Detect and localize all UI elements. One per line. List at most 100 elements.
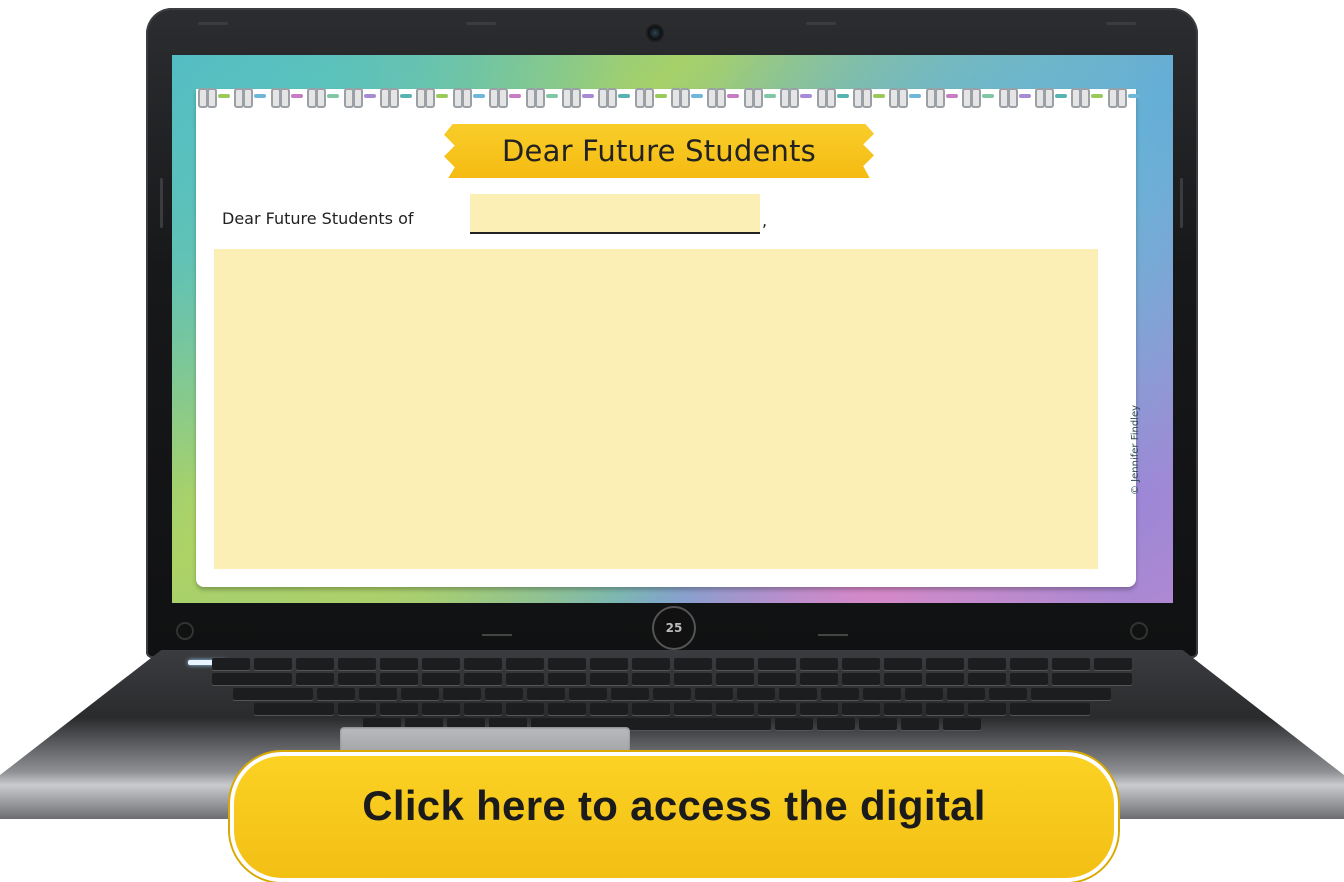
keyboard-key [548,658,586,670]
binding-ring-icon [960,86,995,108]
keyboard-key [233,688,313,700]
keyboard-key [716,703,754,715]
keyboard-key [1010,658,1048,670]
keyboard-key [716,658,754,670]
binding-ring-icon [1033,86,1067,108]
keyboard-key [632,673,670,685]
keyboard-key [380,703,418,715]
keyboard-key [863,688,901,700]
binding-ring-icon [887,86,922,108]
letter-body-textarea[interactable] [214,249,1098,569]
slide-screen: Dear Future Students Dear Future Student… [172,55,1173,603]
keyboard-key [464,673,502,685]
keyboard-key [943,718,981,730]
keyboard-key [800,703,838,715]
binding-ring-icon [1106,86,1140,108]
keyboard-key [527,688,565,700]
keyboard-key [817,718,855,730]
keyboard-key [901,718,939,730]
binding-ring-icon [669,86,704,108]
keyboard-row [142,658,1202,670]
keyboard [142,658,1202,730]
binding-ring-icon [196,86,230,108]
binding-ring-icon [560,86,594,108]
binding-ring-icon [305,86,340,108]
bezel-hinge-mark [818,634,848,636]
keyboard-key [968,703,1006,715]
keyboard-key [380,673,418,685]
binding-ring-icon [451,86,485,108]
keyboard-key [884,658,922,670]
keyboard-key [296,658,334,670]
binding-ring-icon [633,86,667,108]
keyboard-key [464,703,502,715]
keyboard-key [506,703,544,715]
bezel-sensor-icon [1130,622,1148,640]
binding-ring-icon [997,86,1031,108]
keyboard-key [422,703,460,715]
keyboard-key [926,658,964,670]
keyboard-key [380,658,418,670]
keyboard-key [674,658,712,670]
salutation-comma: , [762,211,768,230]
keyboard-key [422,658,460,670]
access-digital-button[interactable]: Click here to access the digital [230,752,1118,882]
keyboard-key [674,703,712,715]
keyboard-key [590,658,628,670]
keyboard-key [422,673,460,685]
keyboard-key [842,673,880,685]
lid-side-mark [1180,178,1183,228]
keyboard-key [1010,673,1048,685]
salutation-label: Dear Future Students of [222,209,414,228]
keyboard-key [884,673,922,685]
school-name-input[interactable] [470,194,760,234]
binding-ring-icon [378,86,412,108]
keyboard-key [968,673,1006,685]
keyboard-row [142,688,1202,700]
brand-logo-icon: 25 [652,606,696,650]
keyboard-key [548,673,586,685]
keyboard-key [758,658,796,670]
keyboard-key [338,673,376,685]
webcam-icon [648,26,662,40]
keyboard-key [737,688,775,700]
lid-side-mark [160,178,163,228]
keyboard-key [758,673,796,685]
binding-ring-icon [1069,86,1104,108]
keyboard-key [464,658,502,670]
keyboard-key [296,673,334,685]
keyboard-key [1031,688,1111,700]
keyboard-key [842,658,880,670]
binding-ring-icon [815,86,849,108]
lid-mark [806,22,836,25]
copyright-text: © Jennifer Findley [1130,404,1141,495]
title-banner: Dear Future Students [444,124,874,178]
keyboard-key [254,703,334,715]
keyboard-key [653,688,691,700]
keyboard-key [1052,658,1090,670]
keyboard-key [821,688,859,700]
keyboard-key [317,688,355,700]
binding-ring-icon [269,86,303,108]
keyboard-key [905,688,943,700]
keyboard-key [611,688,649,700]
keyboard-key [485,688,523,700]
keyboard-key [1052,673,1132,685]
keyboard-key [338,703,376,715]
keyboard-row [142,673,1202,685]
keyboard-key [775,718,813,730]
keyboard-key [758,703,796,715]
spiral-binding [196,83,1140,109]
lid-mark [1106,22,1136,25]
keyboard-key [695,688,733,700]
binding-ring-icon [524,86,558,108]
keyboard-key [884,703,922,715]
binding-ring-icon [487,86,522,108]
keyboard-key [548,703,586,715]
binding-ring-icon [778,86,813,108]
binding-ring-icon [596,86,631,108]
keyboard-key [947,688,985,700]
binding-ring-icon [232,86,267,108]
keyboard-key [800,673,838,685]
keyboard-key [506,658,544,670]
